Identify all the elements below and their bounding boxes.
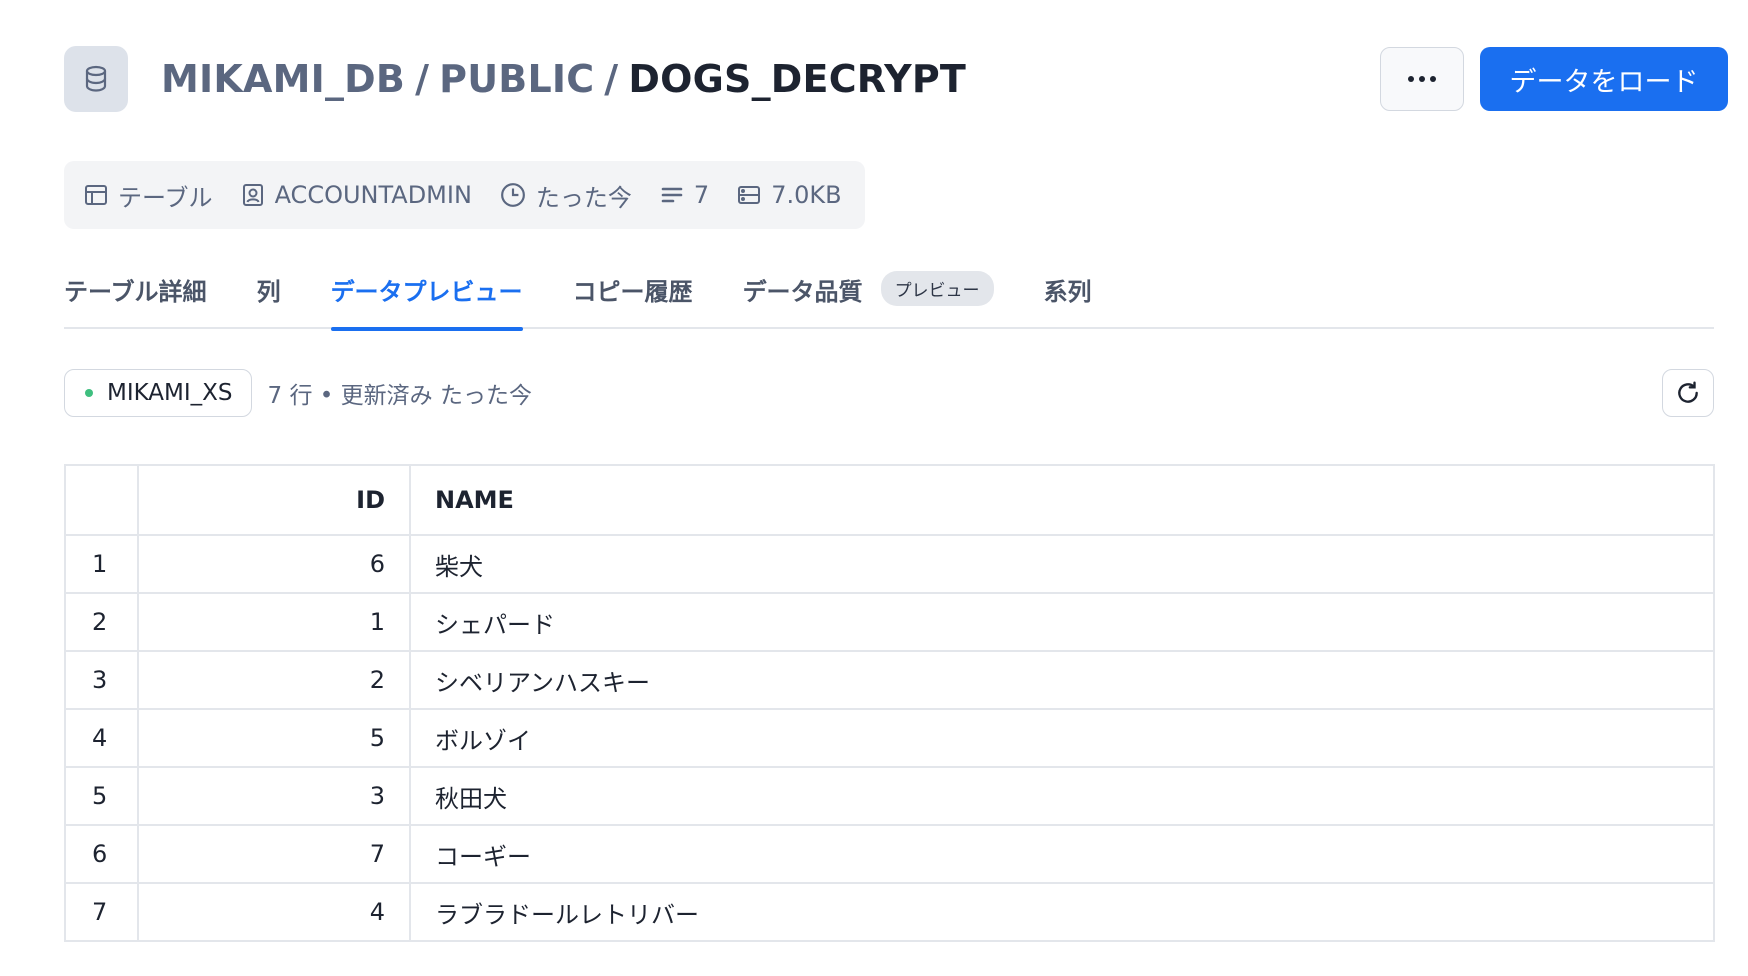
row-index: 7 (66, 883, 139, 942)
cell-name[interactable]: シェパード (410, 593, 1713, 652)
refresh-button[interactable] (1662, 369, 1714, 417)
table-header-row: ID NAME (66, 465, 1713, 536)
breadcrumb-schema[interactable]: PUBLIC (439, 57, 594, 101)
page: MIKAMI_DB / PUBLIC / DOGS_DECRYPT データをロード テー… (0, 0, 1748, 976)
tab-label: コピー履歴 (572, 278, 693, 306)
cell-name[interactable]: ラブラドールレトリバー (410, 883, 1713, 942)
row-index: 6 (66, 825, 139, 884)
user-role-icon (242, 184, 263, 206)
load-data-button[interactable]: データをロード (1480, 47, 1728, 111)
cell-id[interactable]: 3 (138, 767, 411, 826)
row-index: 5 (66, 767, 139, 826)
header: MIKAMI_DB / PUBLIC / DOGS_DECRYPT データをロード (64, 46, 1728, 112)
tab-lineage[interactable]: 系列 (1044, 258, 1092, 329)
meta-owner-label: ACCOUNTADMIN (274, 181, 472, 209)
cell-id[interactable]: 6 (138, 535, 411, 594)
breadcrumb-database[interactable]: MIKAMI_DB (161, 57, 405, 101)
row-index: 4 (66, 709, 139, 768)
preview-badge: プレビュー (880, 271, 994, 306)
tab-copy-history[interactable]: コピー履歴 (573, 258, 693, 329)
table-row: 4 5 ボルゾイ (66, 709, 1713, 768)
meta-updated: たった今 (500, 178, 632, 213)
database-icon (64, 46, 128, 112)
breadcrumb-separator: / (415, 57, 430, 101)
tab-label: 系列 (1043, 278, 1092, 306)
meta-rows: 7 (660, 181, 709, 209)
cell-name[interactable]: ボルゾイ (410, 709, 1713, 768)
table-row: 1 6 柴犬 (66, 535, 1713, 594)
meta-rows-count: 7 (693, 181, 710, 209)
table-row: 2 1 シェパード (66, 593, 1713, 652)
cell-name[interactable]: 秋田犬 (410, 767, 1713, 826)
row-index: 2 (66, 593, 139, 652)
cell-id[interactable]: 4 (138, 883, 411, 942)
breadcrumb-separator: / (604, 57, 619, 101)
cell-id[interactable]: 2 (138, 651, 411, 710)
meta-type: テーブル (84, 178, 213, 213)
tab-bar: テーブル詳細 列 データプレビュー コピー履歴 データ品質 プレビュー 系列 (64, 258, 1714, 331)
tab-data-preview[interactable]: データプレビュー (330, 258, 523, 331)
cell-name[interactable]: 柴犬 (410, 535, 1713, 594)
tab-columns[interactable]: 列 (257, 258, 281, 329)
meta-owner: ACCOUNTADMIN (241, 181, 472, 209)
cell-id[interactable]: 7 (138, 825, 411, 884)
breadcrumb-table: DOGS_DECRYPT (628, 57, 967, 101)
tab-label: 列 (256, 278, 281, 306)
more-options-button[interactable] (1380, 47, 1464, 111)
table-row: 3 2 シベリアンハスキー (66, 651, 1713, 710)
ellipsis-icon (1408, 76, 1436, 82)
warehouse-name: MIKAMI_XS (107, 380, 233, 406)
meta-type-label: テーブル (118, 183, 213, 212)
table-row: 5 3 秋田犬 (66, 767, 1713, 826)
page-title: MIKAMI_DB / PUBLIC / DOGS_DECRYPT (161, 57, 966, 101)
header-name[interactable]: NAME (410, 465, 1713, 536)
header-id[interactable]: ID (138, 465, 411, 536)
meta-size-label: 7.0KB (771, 181, 842, 209)
row-index: 3 (66, 651, 139, 710)
storage-icon (738, 186, 761, 204)
meta-updated-label: たった今 (535, 183, 632, 212)
table-icon (85, 185, 107, 205)
refresh-icon (1678, 381, 1698, 403)
tab-label: テーブル詳細 (64, 278, 207, 306)
clock-icon (501, 183, 525, 207)
tab-data-quality[interactable]: データ品質 プレビュー (743, 258, 994, 329)
table-row: 7 4 ラブラドールレトリバー (66, 883, 1713, 942)
row-info: 7 行 • 更新済み たった今 (267, 383, 532, 409)
preview-toolbar: MIKAMI_XS 7 行 • 更新済み たった今 (64, 369, 1714, 417)
table-meta-bar: テーブル ACCOUNTADMIN たった今 7 7.0KB (64, 161, 865, 229)
cell-id[interactable]: 1 (138, 593, 411, 652)
cell-name[interactable]: コーギー (410, 825, 1713, 884)
row-index: 1 (66, 535, 139, 594)
tab-label: データプレビュー (330, 278, 523, 306)
tab-table-details[interactable]: テーブル詳細 (64, 258, 207, 329)
status-dot-icon (85, 389, 93, 397)
tab-label: データ品質 (742, 278, 863, 306)
warehouse-selector[interactable]: MIKAMI_XS (64, 369, 252, 417)
meta-size: 7.0KB (737, 181, 842, 209)
table-row: 6 7 コーギー (66, 825, 1713, 884)
rows-icon (661, 187, 683, 203)
cell-id[interactable]: 5 (138, 709, 411, 768)
cell-name[interactable]: シベリアンハスキー (410, 651, 1713, 710)
header-index (66, 465, 139, 536)
data-preview-table: ID NAME 1 6 柴犬 2 1 シェパード 3 2 シベリアンハスキー 4… (64, 464, 1715, 942)
header-actions: データをロード (1380, 47, 1728, 111)
